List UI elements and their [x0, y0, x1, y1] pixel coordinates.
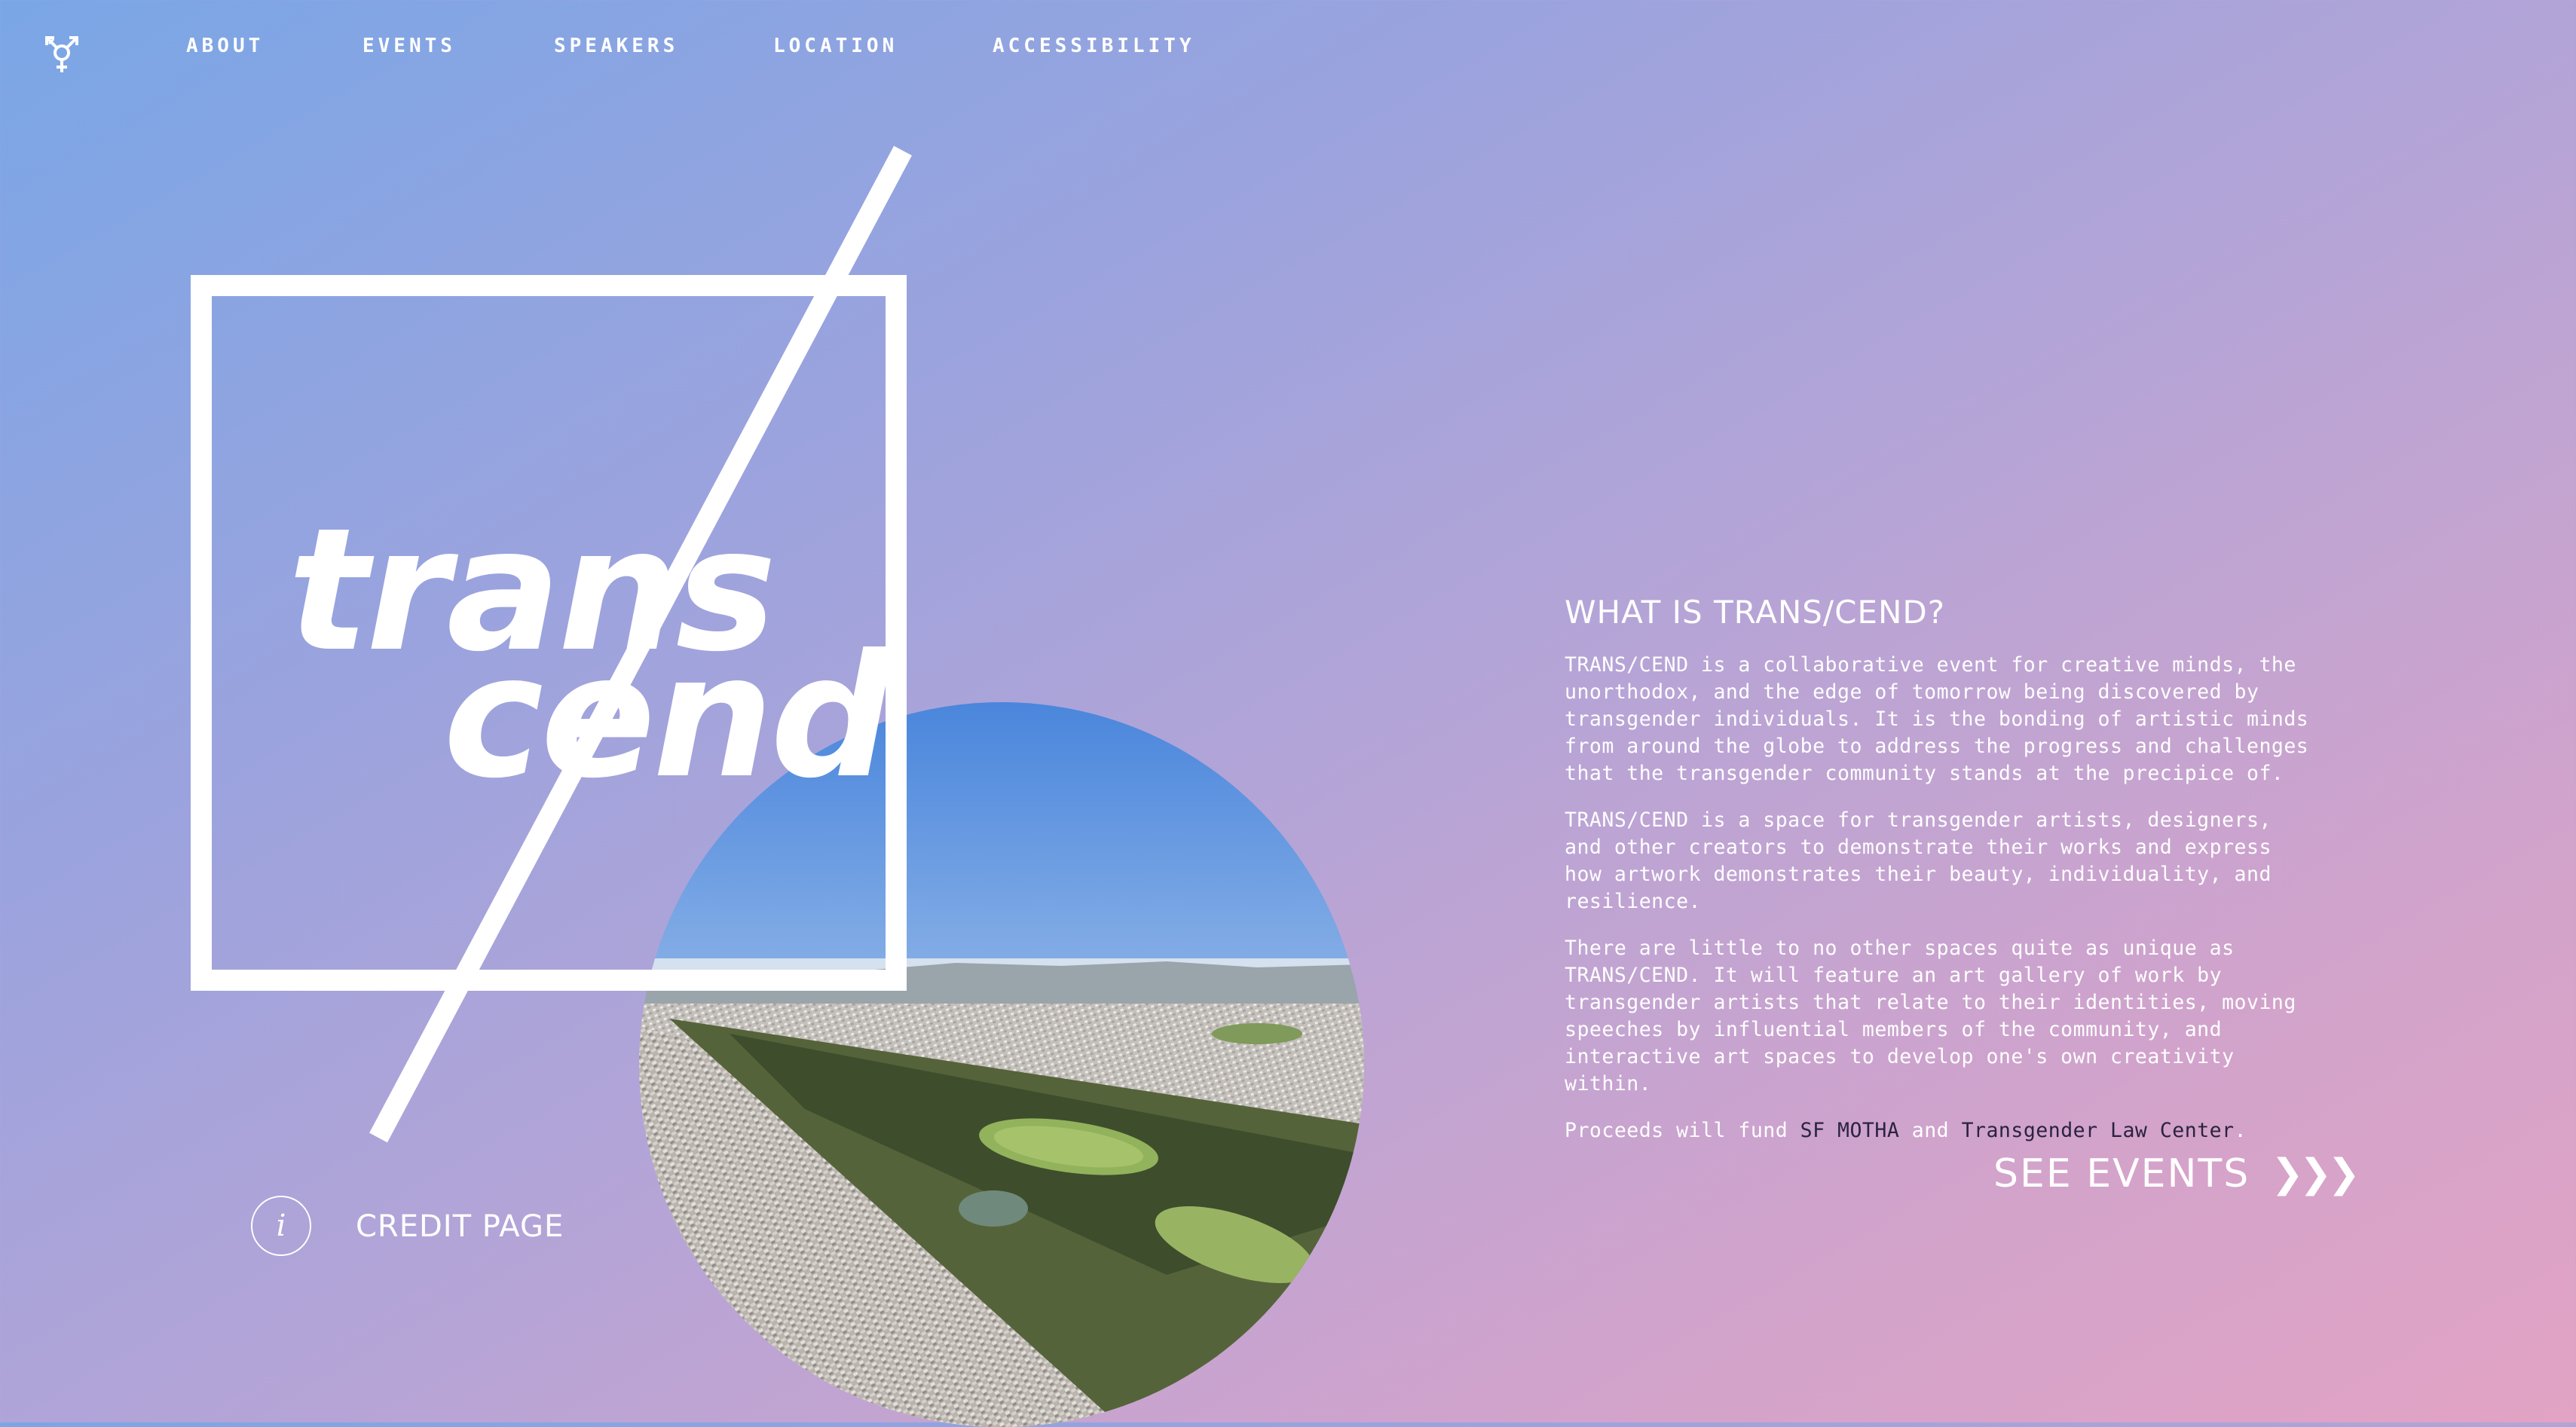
sf-motha-link[interactable]: SF MOTHA [1800, 1119, 1900, 1142]
about-paragraph-4: Proceeds will fund SF MOTHA and Transgen… [1565, 1119, 2247, 1142]
about-paragraph-1: TRANS/CEND is a collaborative event for … [1565, 653, 2309, 785]
about-section: WHAT IS TRANS/CEND? TRANS/CEND is a coll… [1565, 594, 2318, 1164]
chevron-right-icon: ❯❯❯ [2271, 1151, 2360, 1196]
transgender-law-center-link[interactable]: Transgender Law Center [1962, 1119, 2235, 1142]
about-paragraph-2: TRANS/CEND is a space for transgender ar… [1565, 808, 2272, 913]
nav-item-accessibility[interactable]: ACCESSIBILITY [993, 35, 1195, 57]
info-icon[interactable]: i [251, 1196, 311, 1256]
about-heading: WHAT IS TRANS/CEND? [1565, 594, 1945, 631]
credit-page-link[interactable]: CREDIT PAGE [356, 1209, 564, 1244]
see-events-label: SEE EVENTS [1993, 1151, 2250, 1196]
see-events-button[interactable]: SEE EVENTS ❯❯❯ [1993, 1151, 2360, 1196]
about-paragraph-3: There are little to no other spaces quit… [1565, 937, 2296, 1095]
